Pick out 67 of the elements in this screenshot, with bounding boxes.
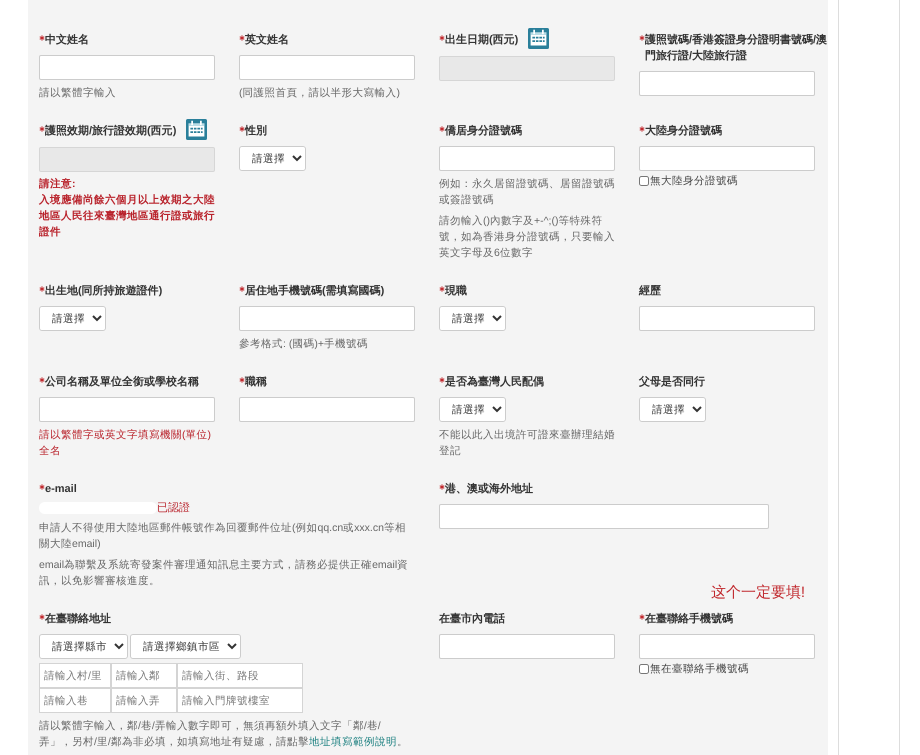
- field-label: 現職: [445, 284, 467, 299]
- field-note: 請注意:: [39, 176, 76, 192]
- field-note: 不能以此入出境許可證來臺辦理結婚登記: [439, 428, 615, 459]
- text-field[interactable]: [639, 634, 815, 659]
- checkbox-label: 無在臺聯絡手機號碼: [650, 662, 749, 676]
- field-note: 請以繁體字輸入，鄰/巷/弄輸入數字即可，無須再額外填入文字「鄰/巷/弄」，另村/里/鄰為非必填，如填寫地址有疑慮，請點擊地址填寫範例說明。: [39, 719, 409, 750]
- text-field[interactable]: [39, 397, 215, 422]
- field-label: 大陸身分證號碼: [645, 124, 722, 139]
- field-label: 是否為臺灣人民配偶: [445, 374, 544, 390]
- select-dropdown[interactable]: 請選擇: [239, 146, 306, 171]
- field-label: 父母是否同行: [639, 374, 705, 390]
- field-note: 請以繁體字輸入: [39, 86, 117, 101]
- field-note: 請勿輸入()內數字及+-^;()等特殊符號，如為香港身分證號碼，只要輸入英文字母及6位數字: [439, 214, 615, 261]
- help-link[interactable]: 地址填寫範例說明: [308, 736, 397, 748]
- verified-status: 已認證: [157, 501, 190, 515]
- field-label: 公司名稱及單位全銜或學校名稱: [45, 374, 199, 390]
- field-label: 經歷: [639, 284, 661, 299]
- field-label: 在臺聯絡手機號碼: [645, 612, 733, 627]
- field-label: 英文姓名: [245, 32, 289, 48]
- field-label: e-mail: [45, 482, 77, 497]
- field-label: 僑居身分證號碼: [445, 124, 522, 139]
- field-label: 居住地手機號碼(需填寫國碼): [245, 284, 384, 299]
- checkbox-label: 無大陸身分證號碼: [650, 174, 738, 188]
- text-field[interactable]: [239, 397, 415, 422]
- field-label: 在臺市內電話: [439, 612, 505, 627]
- field-label: 在臺聯絡地址: [45, 612, 111, 627]
- text-field[interactable]: [639, 71, 815, 96]
- address-field[interactable]: 請輸入門牌號樓室: [177, 688, 303, 713]
- field-note: 申請人不得使用大陸地區郵件帳號作為回覆郵件位址(例如qq.cn或xxx.cn等相關大陸email): [39, 521, 407, 552]
- field-label: 中文姓名: [45, 32, 89, 48]
- text-field[interactable]: [439, 504, 769, 529]
- calendar-icon[interactable]: [528, 28, 550, 49]
- calendar-icon[interactable]: [186, 119, 208, 140]
- text-field[interactable]: [239, 306, 415, 331]
- text-field[interactable]: [239, 55, 415, 80]
- field-label: 護照號碼/香港簽證身分證明書號碼/澳門旅行證/大陸旅行證: [645, 32, 828, 64]
- field-label: 護照效期/旅行證效期(西元): [45, 124, 176, 139]
- annotation-text: 这个一定要填!: [710, 583, 805, 602]
- address-field[interactable]: 請輸入村/里: [39, 663, 111, 688]
- select-dropdown[interactable]: 請選擇: [39, 306, 106, 331]
- checkbox[interactable]: [639, 176, 649, 186]
- field-label: 出生地(同所持旅遊證件): [45, 284, 162, 299]
- select-dropdown[interactable]: 請選擇: [439, 306, 506, 331]
- field-label: 性別: [245, 124, 267, 139]
- text-field[interactable]: [439, 146, 615, 171]
- select-dropdown[interactable]: 請選擇縣市: [39, 634, 128, 659]
- text-field[interactable]: [439, 634, 615, 659]
- select-dropdown[interactable]: 請選擇鄉鎮市區: [130, 634, 241, 659]
- text-field[interactable]: [639, 146, 815, 171]
- field-note: 請以繁體字或英文字填寫機關(單位)全名: [39, 428, 212, 459]
- address-field[interactable]: 請輸入鄰: [111, 663, 177, 688]
- select-dropdown[interactable]: 請選擇: [439, 397, 506, 422]
- field-note: 參考格式: (國碼)+手機號碼: [239, 337, 369, 352]
- field-note: 例如：永久居留證號碼、居留證號碼或簽證號碼: [439, 177, 615, 208]
- address-field[interactable]: 請輸入巷: [39, 688, 111, 713]
- field-label: 港、澳或海外地址: [445, 482, 533, 497]
- address-field[interactable]: 請輸入街、路段: [177, 663, 303, 688]
- select-dropdown[interactable]: 請選擇: [639, 397, 706, 422]
- checkbox[interactable]: [639, 664, 649, 674]
- field-label: 出生日期(西元): [445, 32, 518, 48]
- address-field[interactable]: 請輸入弄: [111, 688, 177, 713]
- field-note: 入境應備尚餘六個月以上效期之大陸地區人民往來臺灣地區通行證或旅行證件: [39, 192, 215, 240]
- text-field[interactable]: [639, 306, 815, 331]
- field-note: (同護照首頁，請以半形大寫輸入): [239, 86, 401, 101]
- field-note: email為聯繫及系統寄發案件審理通知訊息主要方式，請務必提供正確email資訊，以免影響審核進度。: [39, 558, 409, 589]
- field-label: 職稱: [245, 374, 267, 390]
- text-field[interactable]: [39, 55, 215, 80]
